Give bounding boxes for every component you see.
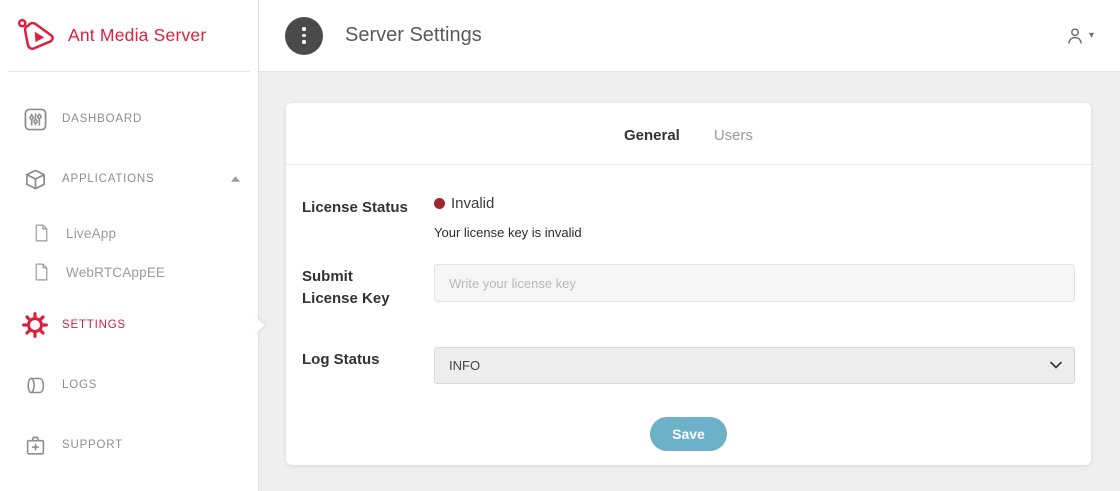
tab-users[interactable]: Users [714, 127, 753, 144]
sidebar-item-label: LiveApp [66, 226, 116, 241]
gear-icon [22, 312, 48, 338]
main-content: Server Settings ▾ General Users License … [258, 0, 1120, 491]
license-key-label: Submit License Key [302, 264, 434, 310]
user-menu-button[interactable]: ▾ [1065, 26, 1094, 46]
sidebar-item-liveapp[interactable]: LiveApp [0, 214, 258, 252]
page-title: Server Settings [345, 24, 482, 47]
sidebar-item-webrtcappee[interactable]: WebRTCAppEE [0, 253, 258, 291]
sidebar-item-label: LOGS [62, 379, 97, 391]
save-button[interactable]: Save [650, 417, 727, 451]
sidebar-item-settings[interactable]: SETTINGS [0, 303, 258, 347]
sidebar-item-label: WebRTCAppEE [66, 265, 165, 280]
status-dot-invalid [434, 198, 445, 209]
license-status-detail: Your license key is invalid [434, 225, 1075, 240]
sidebar-menu: DASHBOARD APPLICATIONS [0, 72, 258, 467]
log-status-label: Log Status [302, 347, 434, 371]
ant-media-logo-icon [16, 17, 58, 55]
support-icon [22, 435, 48, 456]
license-status-value-line: Invalid [434, 195, 1075, 212]
applications-icon [22, 168, 48, 191]
license-key-row: Submit License Key [302, 264, 1075, 310]
tab-bar: General Users [286, 103, 1091, 165]
sidebar-item-label: SETTINGS [62, 319, 126, 331]
file-icon [28, 224, 54, 242]
sidebar-item-label: SUPPORT [62, 439, 123, 451]
top-header: Server Settings ▾ [259, 0, 1120, 72]
sidebar-item-applications[interactable]: APPLICATIONS [0, 157, 258, 201]
settings-form: License Status Invalid Your license key … [286, 195, 1091, 451]
tab-general[interactable]: General [624, 127, 680, 144]
chevron-down-icon: ▾ [1089, 30, 1094, 41]
brand-name: Ant Media Server [68, 25, 206, 46]
sidebar: Ant Media Server [0, 0, 258, 491]
file-icon [28, 263, 54, 281]
dot [302, 40, 306, 44]
user-icon [1065, 26, 1085, 46]
sidebar-item-support[interactable]: SUPPORT [0, 423, 258, 467]
license-status-label: License Status [302, 195, 434, 219]
brand-logo[interactable]: Ant Media Server [0, 0, 258, 71]
save-row: Save [302, 417, 1075, 451]
log-status-select[interactable]: INFO [434, 347, 1075, 384]
sidebar-item-label: APPLICATIONS [62, 173, 154, 185]
log-status-row: Log Status INFO [302, 347, 1075, 384]
menu-dots-button[interactable] [285, 17, 323, 55]
dashboard-icon [22, 108, 48, 131]
dot [302, 34, 306, 38]
license-status-row: License Status Invalid Your license key … [302, 195, 1075, 240]
settings-card: General Users License Status Invalid You… [286, 103, 1091, 465]
caret-up-icon [231, 176, 240, 182]
app-window: Ant Media Server [0, 0, 1120, 491]
logs-icon [22, 375, 48, 396]
license-status-value: Invalid [451, 195, 494, 212]
license-key-input[interactable] [434, 264, 1075, 302]
sidebar-item-dashboard[interactable]: DASHBOARD [0, 97, 258, 141]
sidebar-item-label: DASHBOARD [62, 113, 142, 125]
sidebar-item-logs[interactable]: LOGS [0, 363, 258, 407]
dot [302, 27, 306, 31]
